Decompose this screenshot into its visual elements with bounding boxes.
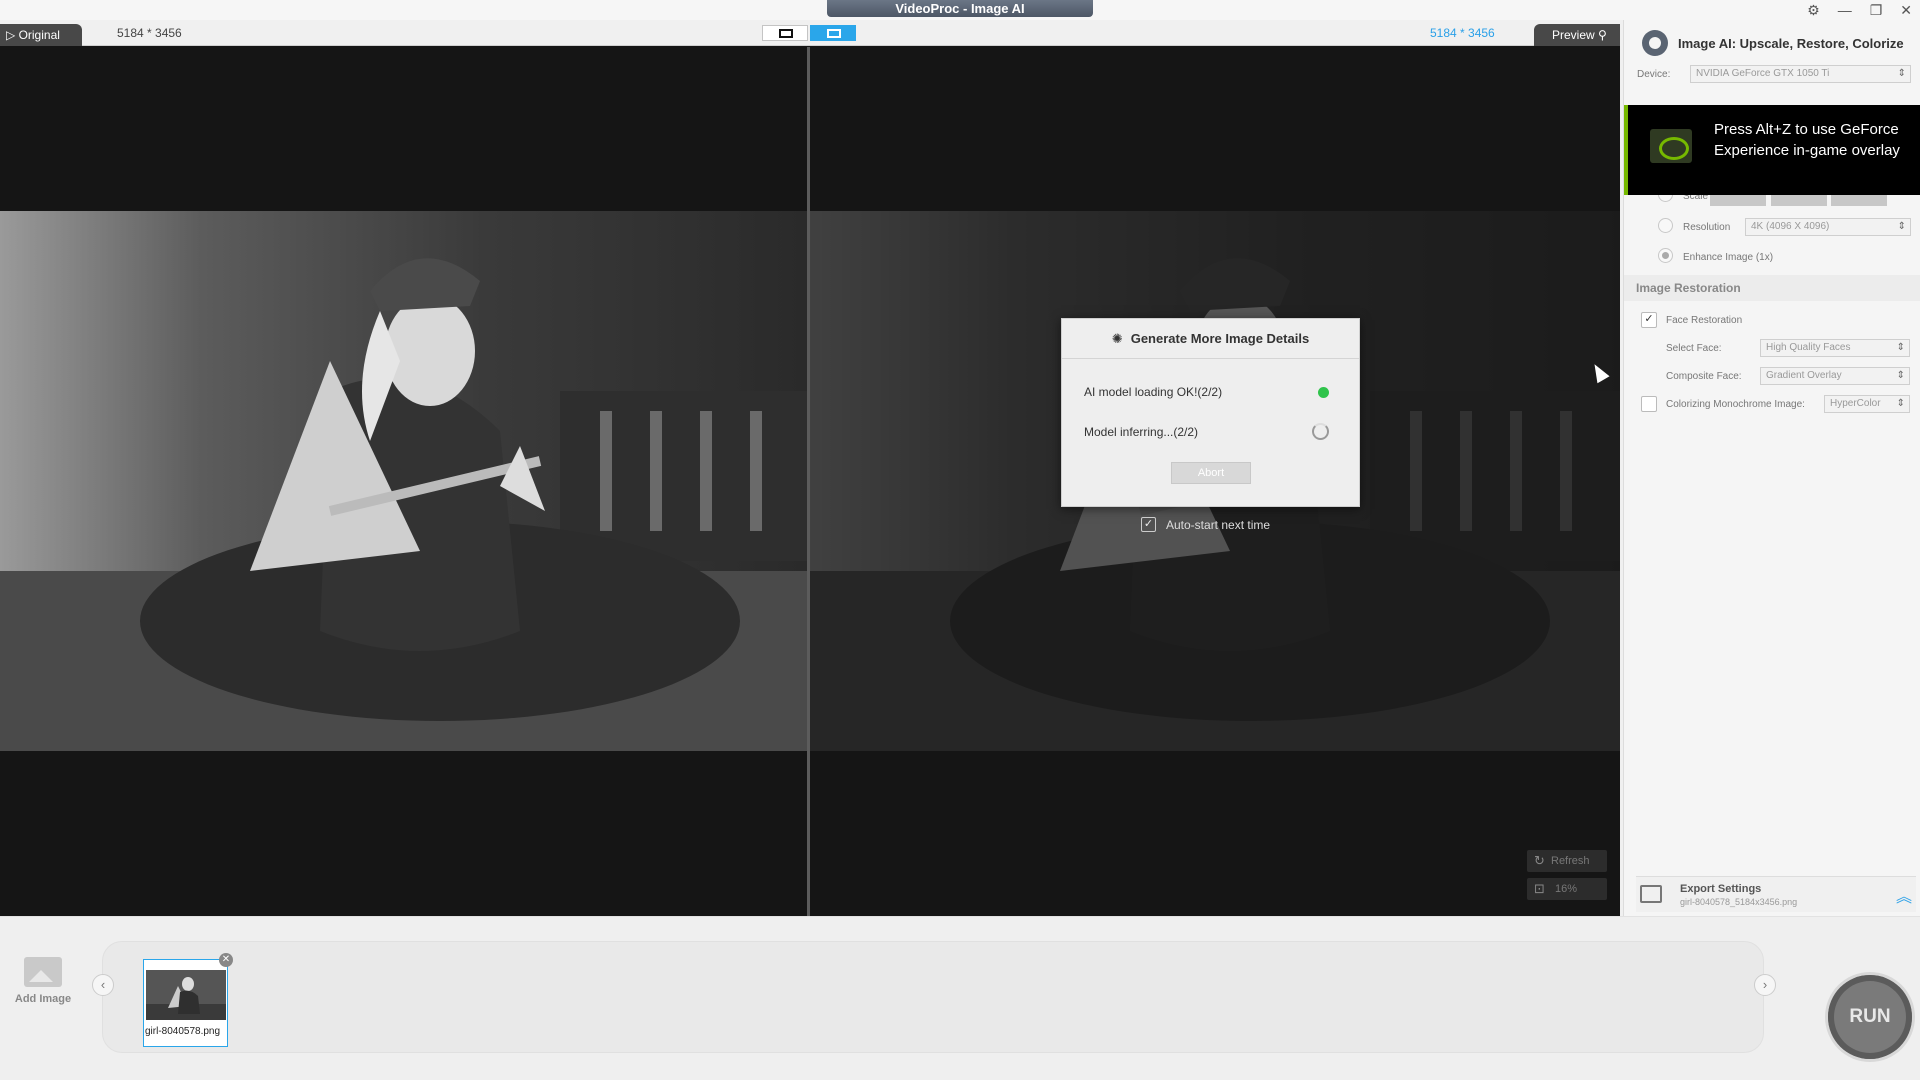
run-button[interactable]: RUN bbox=[1828, 975, 1912, 1059]
minimize-icon[interactable]: — bbox=[1838, 1, 1852, 19]
panel-title: Image AI: Upscale, Restore, Colorize bbox=[1678, 35, 1904, 51]
export-settings[interactable]: Export Settings girl-8040578_5184x3456.p… bbox=[1636, 876, 1916, 912]
export-settings-icon bbox=[1640, 885, 1662, 903]
loading-spinner-icon bbox=[1312, 423, 1329, 440]
original-dimensions: 5184 * 3456 bbox=[117, 26, 182, 40]
image-ai-logo-icon bbox=[1642, 30, 1668, 56]
face-restoration-label: Face Restoration bbox=[1666, 315, 1743, 326]
add-image-icon bbox=[24, 957, 62, 987]
select-face-label: Select Face: bbox=[1666, 343, 1722, 354]
output-dimensions: 5184 * 3456 bbox=[1430, 26, 1495, 40]
image-viewer: ▷ Original 5184 * 3456 5184 * 3456 Previ… bbox=[0, 20, 1620, 916]
refresh-label: Refresh bbox=[1551, 855, 1590, 867]
tab-original[interactable]: ▷ Original bbox=[0, 24, 82, 46]
split-view-icon bbox=[827, 29, 841, 38]
colorize-checkbox[interactable] bbox=[1641, 396, 1657, 412]
window-title: VideoProc - Image AI bbox=[827, 0, 1093, 17]
overlay-message: Press Alt+Z to use GeForce Experience in… bbox=[1714, 121, 1900, 159]
image-restoration-section: Image Restoration bbox=[1624, 275, 1920, 301]
chevron-up-icon[interactable]: ︽ bbox=[1896, 883, 1912, 907]
title-bar: VideoProc - Image AI ⚙ — ❐ ✕ bbox=[0, 0, 1920, 20]
device-label: Device: bbox=[1637, 69, 1671, 80]
thumbnail-photo bbox=[146, 970, 226, 1020]
zoom-level: 16% bbox=[1555, 883, 1578, 895]
chevron-left-icon[interactable]: ‹ bbox=[92, 974, 114, 996]
status-ok-icon bbox=[1318, 387, 1329, 398]
image-thumbnail[interactable]: girl-8040578.png ✕ bbox=[143, 953, 233, 1047]
viewer-toolbar: ▷ Original 5184 * 3456 5184 * 3456 Previ… bbox=[0, 20, 1620, 46]
add-image-label: Add Image bbox=[14, 993, 72, 1005]
enhance-label: Enhance Image (1x) bbox=[1683, 252, 1774, 263]
add-image-button[interactable]: Add Image bbox=[10, 957, 76, 1005]
nvidia-logo-icon bbox=[1650, 129, 1692, 163]
close-icon[interactable]: ✕ bbox=[1900, 1, 1912, 19]
abort-button[interactable]: Abort bbox=[1171, 462, 1251, 484]
dialog-header: ✺ Generate More Image Details bbox=[1062, 319, 1359, 359]
geforce-overlay-toast: Press Alt+Z to use GeForce Experience in… bbox=[1624, 105, 1920, 195]
model-inferring-status: Model inferring...(2/2) bbox=[1084, 425, 1199, 439]
zoom-button[interactable]: ⊡ 16% bbox=[1527, 878, 1607, 900]
composite-face-select[interactable]: Gradient Overlay bbox=[1760, 367, 1910, 385]
model-loading-status: AI model loading OK!(2/2) bbox=[1084, 385, 1223, 399]
auto-start-label: Auto-start next time bbox=[1166, 517, 1271, 532]
auto-start-checkbox[interactable]: ✓ bbox=[1141, 517, 1156, 532]
progress-dialog: ✺ Generate More Image Details AI model l… bbox=[1061, 318, 1360, 507]
composite-face-label: Composite Face: bbox=[1666, 371, 1742, 382]
aperture-icon: ✺ bbox=[1111, 330, 1123, 346]
tab-preview[interactable]: Preview ⚲ bbox=[1534, 24, 1620, 46]
maximize-icon[interactable]: ❐ bbox=[1870, 1, 1883, 19]
resolution-select[interactable]: 4K (4096 X 4096) bbox=[1745, 218, 1911, 236]
magnifier-icon: ⚲ bbox=[1598, 28, 1607, 42]
window-controls: ⚙ — ❐ ✕ bbox=[1807, 0, 1912, 20]
original-photo bbox=[0, 211, 807, 751]
face-restoration-checkbox[interactable]: ✓ bbox=[1641, 312, 1657, 328]
remove-thumbnail-icon[interactable]: ✕ bbox=[219, 953, 233, 967]
single-view-button[interactable] bbox=[762, 25, 808, 41]
thumbnail-filename: girl-8040578.png bbox=[145, 1026, 221, 1037]
settings-gear-icon[interactable]: ⚙ bbox=[1807, 1, 1820, 19]
select-face-select[interactable]: High Quality Faces bbox=[1760, 339, 1910, 357]
colorize-label: Colorizing Monochrome Image: bbox=[1666, 399, 1805, 410]
device-select[interactable]: NVIDIA GeForce GTX 1050 Ti bbox=[1690, 65, 1911, 83]
refresh-button[interactable]: ↻ Refresh bbox=[1527, 850, 1607, 872]
resolution-radio[interactable] bbox=[1658, 218, 1673, 233]
bottom-bar: Add Image ‹ › girl-8040578.png ✕ RUN bbox=[0, 916, 1920, 1080]
single-view-icon bbox=[779, 29, 793, 38]
export-title: Export Settings bbox=[1680, 883, 1762, 895]
app-window: VideoProc - Image AI ⚙ — ❐ ✕ ▷ Original … bbox=[0, 0, 1920, 1080]
tab-preview-label: Preview bbox=[1552, 28, 1595, 42]
export-filename: girl-8040578_5184x3456.png bbox=[1680, 897, 1798, 907]
tab-original-label: Original bbox=[18, 28, 60, 42]
play-icon: ▷ bbox=[6, 28, 19, 42]
panel-header: Image AI: Upscale, Restore, Colorize bbox=[1642, 30, 1904, 56]
chevron-right-icon[interactable]: › bbox=[1754, 974, 1776, 996]
colorize-select[interactable]: HyperColor bbox=[1824, 395, 1910, 413]
original-pane bbox=[0, 47, 807, 916]
image-strip bbox=[102, 941, 1764, 1053]
enhance-radio[interactable] bbox=[1658, 248, 1673, 263]
dialog-title: Generate More Image Details bbox=[1130, 331, 1310, 346]
zoom-icon: ⊡ bbox=[1534, 881, 1545, 896]
resolution-label: Resolution bbox=[1683, 222, 1731, 233]
refresh-icon: ↻ bbox=[1534, 853, 1545, 868]
auto-start-option[interactable]: ✓ Auto-start next time bbox=[1141, 517, 1270, 532]
split-view-button[interactable] bbox=[810, 25, 856, 41]
